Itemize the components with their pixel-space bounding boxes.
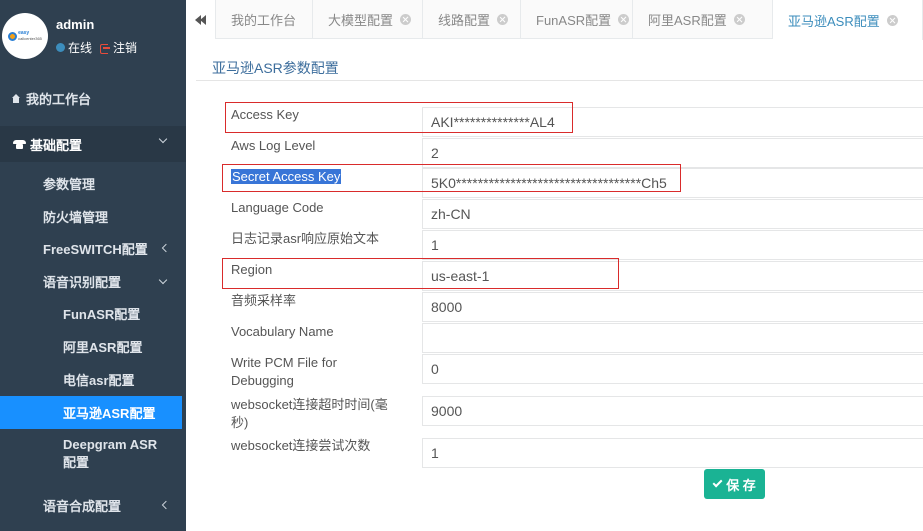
access-key-input[interactable]: AKI**************AL4 bbox=[422, 107, 923, 137]
tab-label: FunASR配置 bbox=[536, 13, 612, 28]
sidebar-group-label: 基础配置 bbox=[30, 137, 83, 153]
secret-access-key-input[interactable]: 5K0**********************************Ch5 bbox=[422, 168, 923, 198]
region-input[interactable]: us-east-1 bbox=[422, 261, 923, 291]
chevron-down-icon bbox=[158, 134, 168, 144]
close-icon[interactable] bbox=[886, 14, 898, 26]
field-label: websocket连接超时时间(毫 秒) bbox=[231, 396, 416, 432]
title-divider bbox=[196, 80, 923, 81]
sidebar-item-aliasr[interactable]: 阿里ASR配置 bbox=[0, 332, 186, 360]
tab-line-config[interactable]: 线路配置 bbox=[423, 0, 521, 39]
sidebar-item-label: Deepgram ASR bbox=[63, 437, 158, 452]
sample-rate-input[interactable]: 8000 bbox=[422, 292, 923, 322]
tab-label: 阿里ASR配置 bbox=[648, 13, 727, 28]
write-pcm-input[interactable]: 0 bbox=[422, 354, 923, 384]
sidebar-item-firewall[interactable]: 防火墙管理 bbox=[0, 202, 186, 230]
sidebar-item-label: FreeSWITCH配置 bbox=[43, 241, 148, 257]
field-label: Write PCM File for Debugging bbox=[231, 354, 416, 390]
logout-icon[interactable] bbox=[100, 43, 111, 54]
sidebar-group-basic-config[interactable]: 基础配置 bbox=[0, 126, 186, 162]
field-label: Vocabulary Name bbox=[231, 324, 334, 339]
field-label: websocket连接尝试次数 bbox=[231, 438, 371, 453]
check-icon bbox=[712, 477, 723, 488]
sidebar-item-label: 语音识别配置 bbox=[43, 274, 122, 290]
close-icon[interactable] bbox=[733, 14, 745, 25]
logo-mark-icon bbox=[8, 31, 18, 41]
tab-label: 我的工作台 bbox=[231, 13, 297, 28]
close-icon[interactable] bbox=[497, 14, 509, 25]
sidebar-item-params[interactable]: 参数管理 bbox=[0, 169, 186, 197]
field-label-line2: 秒) bbox=[231, 415, 249, 430]
sidebar-item-label: 参数管理 bbox=[43, 176, 96, 192]
tab-workbench[interactable]: 我的工作台 bbox=[216, 0, 313, 39]
field-label: 日志记录asr响应原始文本 bbox=[231, 231, 380, 246]
tab-bar: 我的工作台 大模型配置 线路配置 FunASR配置 阿里ASR配置 亚马逊ASR… bbox=[186, 0, 923, 40]
home-icon bbox=[11, 93, 21, 103]
vocabulary-name-input[interactable] bbox=[422, 323, 923, 353]
field-label: Language Code bbox=[231, 200, 324, 215]
close-icon[interactable] bbox=[618, 14, 630, 25]
ws-retries-input[interactable]: 1 bbox=[422, 438, 923, 468]
user-panel: easy callcenter365 admin 在线 注销 bbox=[0, 0, 186, 75]
logo: easy callcenter365 bbox=[8, 30, 42, 42]
page-title: 亚马逊ASR参数配置 bbox=[212, 60, 339, 76]
tab-amazon-asr-config[interactable]: 亚马逊ASR配置 bbox=[773, 0, 923, 40]
selected-label-text: Secret Access Key bbox=[231, 169, 342, 184]
close-icon[interactable] bbox=[400, 14, 412, 25]
username: admin bbox=[56, 17, 95, 32]
sidebar-item-label: FunASR配置 bbox=[63, 306, 141, 322]
tab-label: 亚马逊ASR配置 bbox=[788, 13, 880, 29]
phone-icon bbox=[13, 139, 26, 149]
field-label: 音频采样率 bbox=[231, 293, 297, 308]
aws-log-level-input[interactable]: 2 bbox=[422, 138, 923, 168]
user-status-row: 在线 注销 bbox=[56, 39, 137, 56]
sidebar-item-asr-config[interactable]: 语音识别配置 bbox=[0, 267, 186, 295]
field-label: Secret Access Key bbox=[231, 168, 416, 186]
tab-aliasr-config[interactable]: 阿里ASR配置 bbox=[633, 0, 773, 39]
sidebar-item-funasr[interactable]: FunASR配置 bbox=[0, 299, 186, 327]
double-chevron-left-icon bbox=[194, 14, 207, 25]
sidebar: easy callcenter365 admin 在线 注销 我的工作台 基础配置… bbox=[0, 0, 186, 531]
sidebar-item-telecom-asr[interactable]: 电信asr配置 bbox=[0, 365, 186, 393]
sidebar-item-deepgram-asr[interactable]: Deepgram ASR 配置 bbox=[0, 436, 186, 472]
chevron-down-icon bbox=[158, 275, 168, 285]
sidebar-item-label: 我的工作台 bbox=[26, 91, 92, 107]
sidebar-item-label: 防火墙管理 bbox=[43, 209, 109, 225]
field-label-line1: Write PCM File for bbox=[231, 355, 337, 370]
tab-funasr-config[interactable]: FunASR配置 bbox=[521, 0, 633, 39]
field-label-line1: websocket连接超时时间(毫 bbox=[231, 397, 388, 412]
logout-link[interactable]: 注销 bbox=[113, 39, 137, 56]
sidebar-item-freeswitch[interactable]: FreeSWITCH配置 bbox=[0, 234, 186, 262]
field-label-line2: Debugging bbox=[231, 373, 294, 388]
sidebar-item-label: 阿里ASR配置 bbox=[63, 339, 143, 355]
tab-label: 线路配置 bbox=[438, 13, 491, 28]
logo-subtext: callcenter365 bbox=[18, 35, 42, 41]
sidebar-item-label: 亚马逊ASR配置 bbox=[63, 406, 156, 421]
sidebar-item-workbench[interactable]: 我的工作台 bbox=[0, 84, 186, 112]
field-label: Access Key bbox=[231, 107, 299, 122]
sidebar-item-amazon-asr[interactable]: 亚马逊ASR配置 bbox=[0, 396, 182, 429]
avatar[interactable]: easy callcenter365 bbox=[2, 13, 48, 59]
online-status-label: 在线 bbox=[68, 41, 93, 55]
chevron-left-icon bbox=[161, 243, 171, 253]
tab-label: 大模型配置 bbox=[328, 13, 394, 28]
tab-scroll-left-button[interactable] bbox=[186, 0, 216, 39]
field-label: Region bbox=[231, 262, 273, 277]
app-root: easy callcenter365 admin 在线 注销 我的工作台 基础配置… bbox=[0, 0, 923, 531]
save-button[interactable]: 保 存 bbox=[704, 469, 765, 499]
ws-timeout-input[interactable]: 9000 bbox=[422, 396, 923, 426]
log-raw-response-input[interactable]: 1 bbox=[422, 230, 923, 260]
sidebar-item-label: 语音合成配置 bbox=[43, 498, 122, 514]
chevron-left-icon bbox=[161, 500, 171, 510]
save-button-label: 保 存 bbox=[726, 477, 756, 493]
online-status-icon bbox=[56, 43, 65, 52]
tab-llm-config[interactable]: 大模型配置 bbox=[313, 0, 423, 39]
language-code-input[interactable]: zh-CN bbox=[422, 199, 923, 229]
sidebar-item-tts-config[interactable]: 语音合成配置 bbox=[0, 491, 186, 519]
sidebar-item-label-line2: 配置 bbox=[63, 455, 90, 470]
field-label: Aws Log Level bbox=[231, 138, 316, 153]
sidebar-item-label: 电信asr配置 bbox=[63, 372, 135, 388]
